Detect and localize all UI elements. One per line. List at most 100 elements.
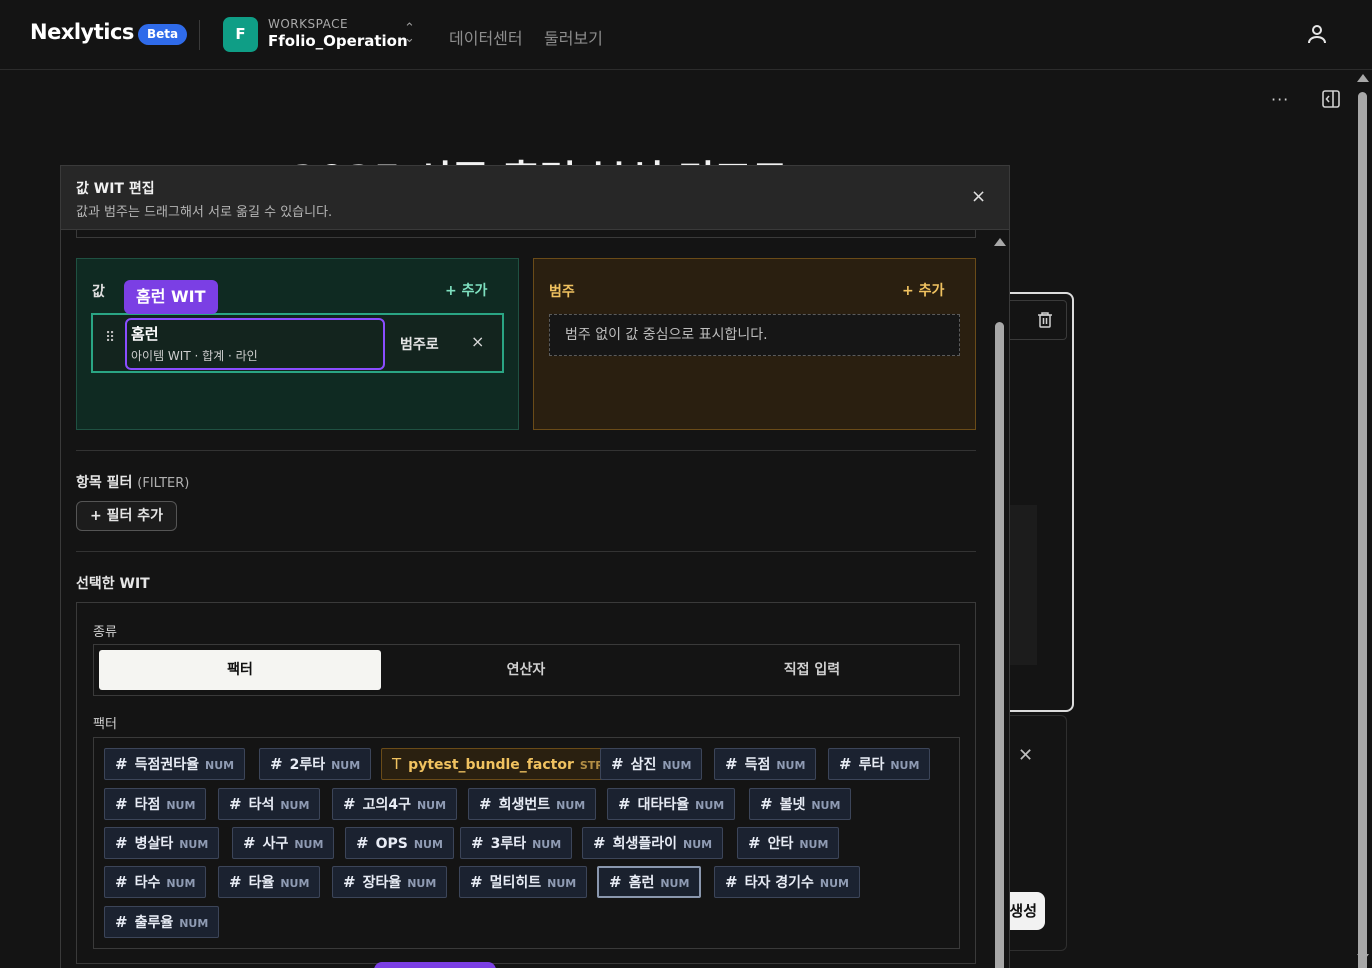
page-scrollbar[interactable] xyxy=(1356,74,1370,968)
top-nav: Nexlytics Beta F WORKSPACE Ffolio_Operat… xyxy=(0,0,1372,70)
factor-chip-type: NUM xyxy=(294,838,324,851)
workspace-switch-icon[interactable]: ⌃ ⌄ xyxy=(404,22,415,45)
factor-chip[interactable]: # 타석 NUM xyxy=(218,788,321,820)
number-type-icon: # xyxy=(470,873,483,891)
factor-chip[interactable]: #3루타 NUM xyxy=(460,827,573,859)
nav-link-datacenter[interactable]: 데이터센터 xyxy=(449,25,523,49)
factor-chip[interactable]: # 타점 NUM xyxy=(104,788,207,820)
modal-scroll-up-arrow[interactable] xyxy=(994,238,1006,246)
beta-badge: Beta xyxy=(138,24,188,45)
create-button[interactable]: 생성 xyxy=(1005,892,1045,930)
factor-chip-name: 고의4구 xyxy=(362,797,411,813)
factor-chip-name: 타수 xyxy=(134,875,161,891)
values-label: 값 xyxy=(92,284,105,300)
modal-subtitle: 값과 범주는 드래그해서 서로 옮길 수 있습니다. xyxy=(76,205,333,220)
value-item-meta: 아이템 WIT · 합계 · 라인 xyxy=(131,349,258,363)
modal-header: 값 WIT 편집 값과 범주는 드래그해서 서로 옮길 수 있습니다. × xyxy=(61,166,1009,230)
factor-chip[interactable]: # 삼진 NUM xyxy=(600,748,703,780)
remove-value-icon[interactable]: × xyxy=(471,332,484,351)
factor-chip[interactable]: # 멀티히트 NUM xyxy=(459,866,588,898)
factor-chip[interactable]: # 출루율 NUM xyxy=(104,906,220,938)
factor-chip[interactable]: # 타수 NUM xyxy=(104,866,207,898)
number-type-icon: # xyxy=(479,795,492,813)
filter-label-sub: (FILTER) xyxy=(137,476,190,491)
modal-title: 값 WIT 편집 xyxy=(76,181,155,197)
user-icon[interactable] xyxy=(1305,22,1329,46)
factor-chip-name: 홈런 xyxy=(628,875,655,891)
add-value-button[interactable]: + 추가 xyxy=(445,280,487,300)
factor-chip-name: pytest_bundle_factor xyxy=(408,757,574,773)
factor-chip[interactable]: # 타자 경기수 NUM xyxy=(714,866,860,898)
divider xyxy=(76,551,976,552)
factor-chip[interactable]: #2루타 NUM xyxy=(259,748,372,780)
number-type-icon: # xyxy=(725,873,738,891)
factor-chip-type: NUM xyxy=(532,838,562,851)
value-item-name: 홈런 xyxy=(131,325,159,343)
add-filter-button[interactable]: + 필터 추가 xyxy=(76,501,177,531)
move-to-category-button[interactable]: 범주로 xyxy=(400,334,439,354)
factor-chip[interactable]: # OPS NUM xyxy=(345,827,454,859)
factor-chip[interactable]: # 장타율 NUM xyxy=(332,866,448,898)
workspace-name[interactable]: Ffolio_Operation xyxy=(268,32,408,50)
factor-chip[interactable]: # 득점권타율 NUM xyxy=(104,748,246,780)
factor-chip[interactable]: # 병살타 NUM xyxy=(104,827,220,859)
kind-tab-direct-input[interactable]: 직접 입력 xyxy=(671,650,953,690)
values-drop-zone[interactable]: 값 + 추가 ⠿ 홈런 아이템 WIT · 합계 · 라인 범주로 × 홈런 W… xyxy=(76,258,519,430)
factor-chip[interactable]: # 타율 NUM xyxy=(218,866,321,898)
number-type-icon: # xyxy=(593,834,606,852)
value-tooltip-tag: 홈런 WIT xyxy=(124,280,218,314)
number-type-icon: # xyxy=(115,755,128,773)
scroll-up-arrow[interactable] xyxy=(1357,74,1369,82)
number-type-icon: # xyxy=(229,873,242,891)
kind-tab-operator[interactable]: 연산자 xyxy=(385,650,667,690)
kind-tab-factor[interactable]: 팩터 xyxy=(99,650,381,690)
factor-chip-type: NUM xyxy=(331,759,361,772)
background-close-icon[interactable]: ✕ xyxy=(1018,745,1033,766)
factor-chip[interactable]: # 루타 NUM xyxy=(828,748,931,780)
factor-chip[interactable]: # 희생번트 NUM xyxy=(468,788,597,820)
factor-chip[interactable]: # 대타타율 NUM xyxy=(607,788,736,820)
factor-chip-type: NUM xyxy=(695,799,725,812)
close-icon[interactable]: × xyxy=(971,186,986,207)
factor-chip-type: NUM xyxy=(556,799,586,812)
scroll-thumb[interactable] xyxy=(1358,92,1367,968)
kind-segmented-control: 팩터 연산자 직접 입력 xyxy=(93,644,960,696)
side-panel-toggle-icon[interactable] xyxy=(1321,89,1341,109)
add-category-button[interactable]: + 추가 xyxy=(902,280,944,300)
number-type-icon: # xyxy=(471,834,484,852)
number-type-icon: # xyxy=(748,834,761,852)
nav-link-explore[interactable]: 둘러보기 xyxy=(544,25,603,49)
factor-chip-type: NUM xyxy=(166,877,196,890)
app-logo[interactable]: Nexlytics xyxy=(30,20,134,44)
number-type-icon: # xyxy=(115,873,128,891)
floating-action-button-edge[interactable] xyxy=(374,962,496,968)
factor-chip-name: 삼진 xyxy=(630,757,657,773)
value-item[interactable]: ⠿ 홈런 아이템 WIT · 합계 · 라인 범주로 × xyxy=(91,313,504,373)
factor-chip[interactable]: # 사구 NUM xyxy=(232,827,335,859)
factor-chip[interactable]: # 볼넷 NUM xyxy=(749,788,852,820)
factor-chip[interactable]: # 희생플라이 NUM xyxy=(582,827,724,859)
drag-handle-icon[interactable]: ⠿ xyxy=(105,331,116,345)
more-options-icon[interactable]: ··· xyxy=(1271,90,1289,109)
factor-chip-name: 사구 xyxy=(262,836,289,852)
scroll-down-arrow[interactable] xyxy=(1357,954,1369,962)
factor-chip[interactable]: # 홈런 NUM xyxy=(597,866,702,898)
factor-chip-type: NUM xyxy=(890,759,920,772)
number-type-icon: # xyxy=(611,755,624,773)
modal-scrollbar[interactable] xyxy=(993,236,1007,968)
trash-icon[interactable] xyxy=(1036,311,1054,329)
factor-chip[interactable]: # 고의4구 NUM xyxy=(332,788,458,820)
number-type-icon: # xyxy=(760,795,773,813)
factor-chip[interactable]: # 안타 NUM xyxy=(737,827,840,859)
factor-chip-name: 루타 xyxy=(858,757,885,773)
factor-chip[interactable]: # 득점 NUM xyxy=(714,748,817,780)
categories-drop-zone[interactable]: 범주 + 추가 범주 없이 값 중심으로 표시합니다. xyxy=(533,258,976,430)
factor-chip-type: NUM xyxy=(660,877,690,890)
modal-scroll-thumb[interactable] xyxy=(995,322,1004,968)
factor-chip-name: 병살타 xyxy=(134,836,174,852)
factor-chip-name: OPS xyxy=(375,836,408,852)
factor-chip[interactable]: Tpytest_bundle_factor STR xyxy=(381,748,615,780)
workspace-avatar[interactable]: F xyxy=(223,17,258,52)
factor-label: 팩터 xyxy=(93,717,117,732)
workspace-label: WORKSPACE xyxy=(268,17,349,31)
